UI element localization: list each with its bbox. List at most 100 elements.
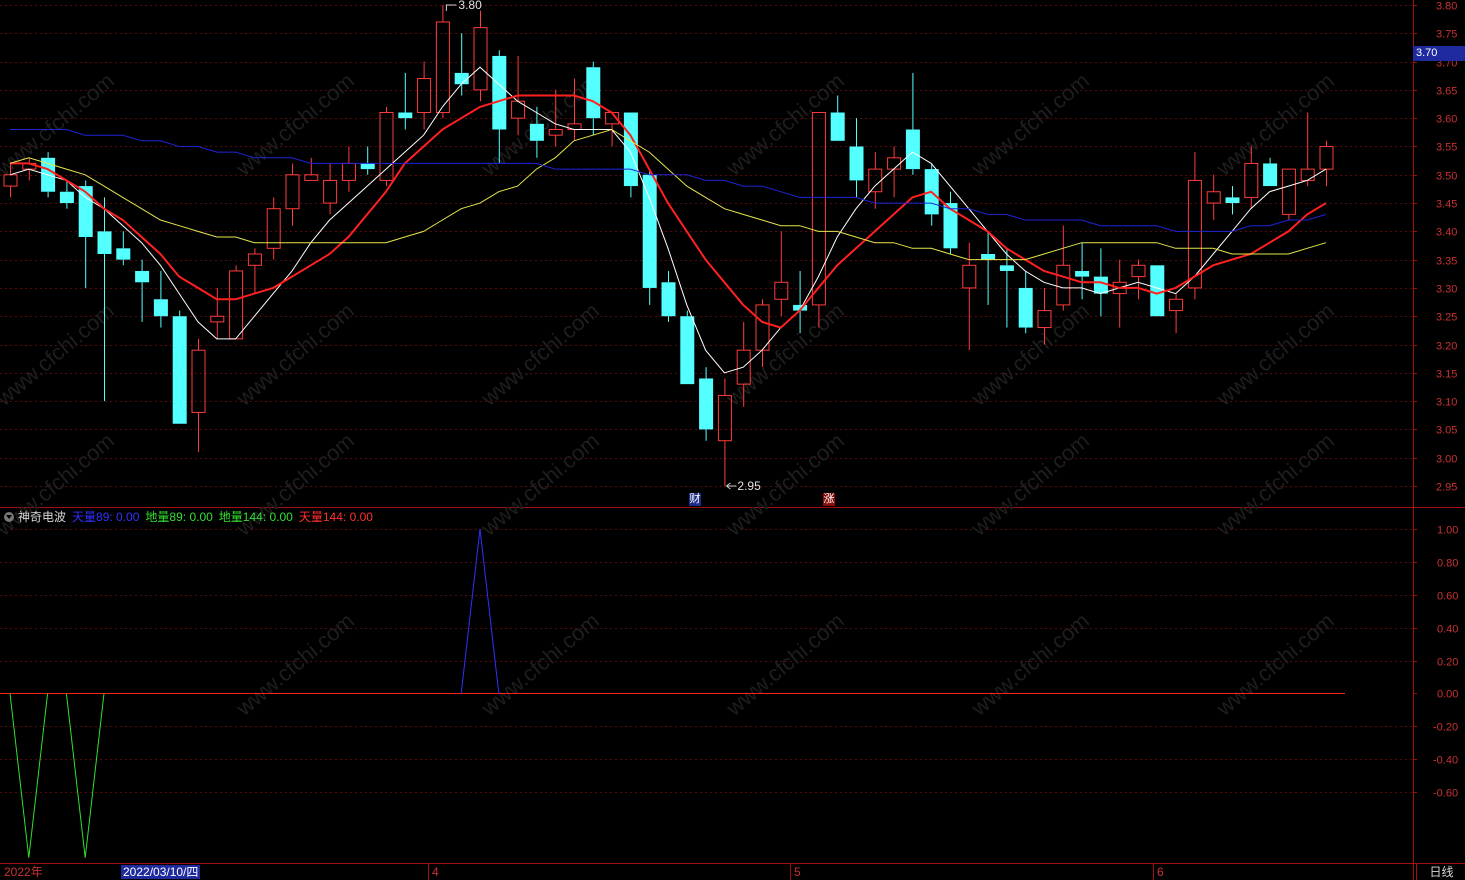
candle-body-down xyxy=(849,146,864,181)
candle xyxy=(1056,225,1071,311)
watermark-text: www.cfchi.com xyxy=(721,608,849,721)
candle-body-up xyxy=(868,168,883,193)
candle xyxy=(341,146,356,192)
candle xyxy=(1263,157,1278,187)
candle-body-down xyxy=(59,191,74,204)
indicator-menu-icon[interactable] xyxy=(4,512,14,522)
candle xyxy=(454,33,469,96)
watermark-text: www.cfchi.com xyxy=(1211,298,1339,411)
price-tick-label: 3.20 xyxy=(1436,341,1457,353)
price-tick-label: 2.95 xyxy=(1436,482,1457,494)
candle xyxy=(172,310,187,424)
indicator-tick-label: 1.00 xyxy=(1437,525,1458,537)
candle xyxy=(417,61,432,130)
price-tick-label: 3.65 xyxy=(1436,86,1457,98)
x-tick-label: 2022年 xyxy=(4,865,43,879)
candle-body-down xyxy=(661,282,676,317)
candle xyxy=(1112,259,1127,328)
candle xyxy=(247,248,262,294)
candle-body-down xyxy=(905,129,920,170)
indicator-legend: 神奇电波 天量89: 0.00 地量89: 0.00 地量144: 0.00 天… xyxy=(4,509,379,525)
candle xyxy=(924,163,939,226)
price-tick-label: 3.75 xyxy=(1436,29,1457,41)
crosshair-date-label: 2022/03/10/四 xyxy=(121,865,201,879)
candle xyxy=(830,95,845,141)
marker-cai[interactable]: 财 xyxy=(689,493,701,506)
candle xyxy=(1131,259,1146,300)
watermark-text: www.cfchi.com xyxy=(0,298,119,411)
candle-body-down xyxy=(529,123,544,141)
candle xyxy=(360,146,375,175)
candle-body-up xyxy=(1187,179,1202,289)
x-tick-label: 5 xyxy=(794,865,801,879)
candle-body-down xyxy=(680,316,695,385)
watermark-text: www.cfchi.com xyxy=(476,608,604,721)
candle xyxy=(887,146,902,198)
candle-body-down xyxy=(492,55,507,130)
watermark-text: www.cfchi.com xyxy=(721,68,849,181)
low-price-label: 2.95 xyxy=(737,479,761,493)
candle xyxy=(905,72,920,175)
candle-body-up xyxy=(774,281,789,300)
candle xyxy=(623,112,638,198)
candle-body-up xyxy=(247,253,262,266)
candle xyxy=(661,270,676,322)
candle xyxy=(586,61,601,136)
candle xyxy=(229,265,244,340)
indicator-tick-label: 0.40 xyxy=(1437,624,1458,636)
price-tick-label: 3.30 xyxy=(1436,284,1457,296)
candle-body-down xyxy=(153,299,168,317)
price-tick-label: 3.25 xyxy=(1436,312,1457,324)
candle-body-down xyxy=(699,378,714,430)
watermark-text: www.cfchi.com xyxy=(966,68,1094,181)
candle-body-down xyxy=(830,112,845,141)
watermark-text: www.cfchi.com xyxy=(476,428,604,541)
watermark-text: www.cfchi.com xyxy=(1211,428,1339,541)
candle-body-up xyxy=(341,162,356,181)
candle-body-down xyxy=(586,67,601,119)
indicator-spike xyxy=(65,693,105,858)
watermark-text: www.cfchi.com xyxy=(476,298,604,411)
candle-body-down xyxy=(623,112,638,187)
candle xyxy=(1206,174,1221,221)
candlesticks xyxy=(3,5,1334,486)
candle xyxy=(97,197,112,402)
marker-zhang[interactable]: 涨 xyxy=(823,493,835,506)
watermark-text: www.cfchi.com xyxy=(721,298,849,411)
period-selector[interactable]: 日线 xyxy=(1416,864,1465,880)
indicator-title: 神奇电波 xyxy=(18,510,67,524)
candle-body-down xyxy=(97,231,112,254)
moving-average-line xyxy=(9,66,1327,374)
price-tick-label: 3.45 xyxy=(1436,199,1457,211)
candle-body-up xyxy=(1206,191,1221,204)
candle-body-up xyxy=(1056,264,1071,306)
watermark-text: www.cfchi.com xyxy=(231,298,359,411)
candle xyxy=(1150,265,1165,317)
legend-tianliang144: 天量144: 0.00 xyxy=(298,510,373,524)
kline-chart[interactable]: www.cfchi.com www.cfchi.com www.cfchi.com w… xyxy=(0,0,1465,880)
indicator-lines xyxy=(0,528,1345,858)
candle-body-down xyxy=(360,163,375,170)
candle xyxy=(868,152,883,209)
candle-body-up xyxy=(210,315,225,323)
indicator-tick-label: -0.20 xyxy=(1433,722,1458,734)
candle xyxy=(191,338,206,453)
candle xyxy=(680,310,695,385)
candle-body-down xyxy=(981,253,996,260)
candle-body-up xyxy=(1244,162,1259,198)
candle-body-down xyxy=(172,316,187,424)
price-tick-label: 3.35 xyxy=(1436,256,1457,268)
watermarks: www.cfchi.com www.cfchi.com www.cfchi.com w… xyxy=(0,68,1339,721)
candle xyxy=(473,10,488,102)
watermark-text: www.cfchi.com xyxy=(231,68,359,181)
high-price-label: 3.80 xyxy=(458,0,482,12)
low-arrow xyxy=(726,482,737,490)
candle xyxy=(774,231,789,317)
x-tick-label: 4 xyxy=(432,865,439,879)
candle xyxy=(1169,293,1184,334)
candle-body-down xyxy=(398,112,413,119)
x-tick-label: 6 xyxy=(1157,865,1164,879)
candle xyxy=(304,157,319,181)
candle xyxy=(116,231,131,266)
legend-diliang144: 地量144: 0.00 xyxy=(218,510,293,524)
